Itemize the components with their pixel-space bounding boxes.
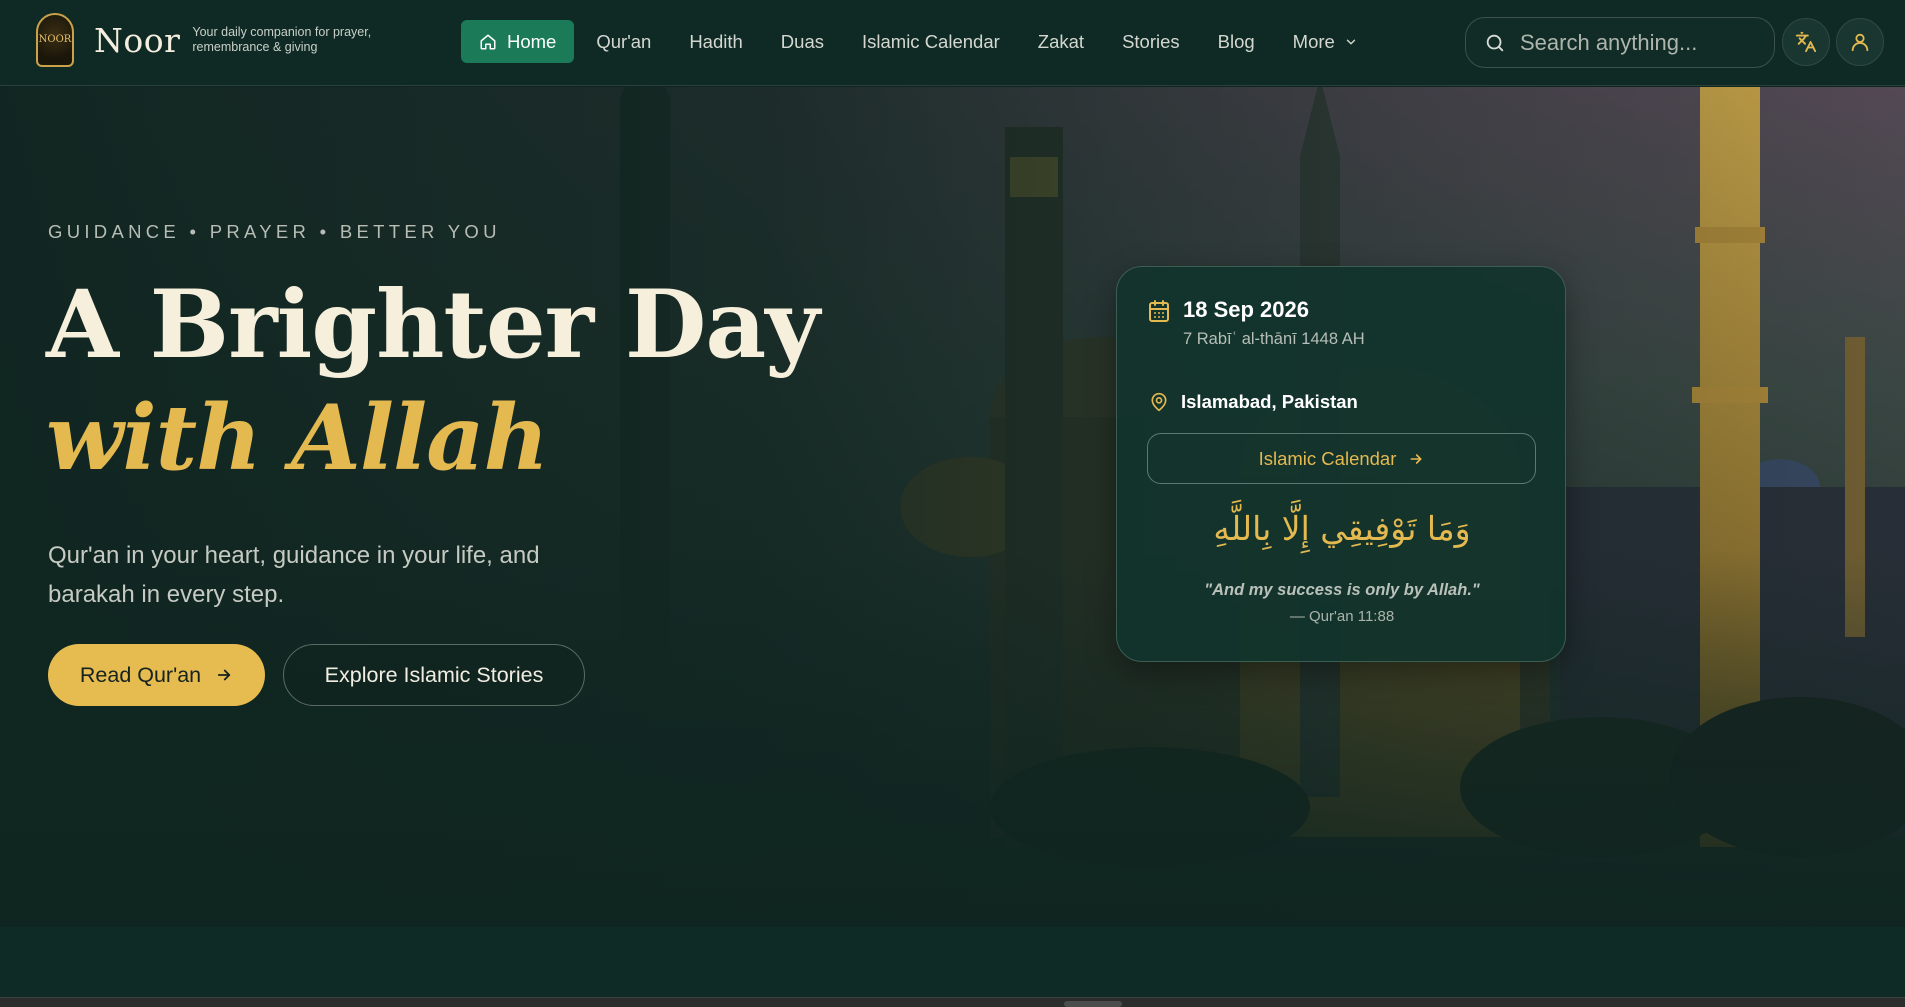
nav-item-quran[interactable]: Qur'an	[577, 20, 670, 63]
verse-translation: "And my success is only by Allah."	[1204, 581, 1480, 599]
logo-text: NOOR	[38, 34, 72, 45]
language-button[interactable]	[1782, 18, 1830, 66]
hero-headline-line-2: with Allah	[46, 385, 549, 491]
nav-item-blog[interactable]: Blog	[1199, 20, 1274, 63]
nav-label: More	[1292, 30, 1335, 52]
date-block: 18 Sep 2026 7 Rabīʿ al-thānī 1448 AH	[1147, 297, 1365, 349]
brand[interactable]: NOOR Noor Your daily companion for praye…	[36, 13, 392, 67]
location-text: Islamabad, Pakistan	[1181, 391, 1358, 412]
nav-label: Zakat	[1037, 30, 1085, 52]
verse-reference: — Qur'an 11:88	[1289, 608, 1395, 625]
mosque-background-image	[0, 87, 1905, 927]
hero-eyebrow: GUIDANCE • PRAYER • BETTER YOU	[48, 221, 501, 242]
hero-subtext: Qur'an in your heart, guidance in your l…	[48, 542, 540, 608]
read-quran-button[interactable]: Read Qur'an	[48, 644, 265, 706]
nav-label: Stories	[1122, 30, 1180, 52]
arabic-verse: وَمَا تَوْفِيقِي إِلَّا بِاللَّهِ	[1213, 509, 1471, 548]
nav-item-stories[interactable]: Stories	[1103, 20, 1199, 63]
nav-item-zakat[interactable]: Zakat	[1019, 20, 1103, 63]
top-navigation-bar: NOOR Noor Your daily companion for praye…	[0, 0, 1905, 86]
nav-item-islamic-calendar[interactable]: Islamic Calendar	[843, 20, 1019, 63]
section-divider-band	[0, 927, 1905, 997]
islamic-calendar-button-label: Islamic Calendar	[1258, 447, 1397, 469]
hero-section: GUIDANCE • PRAYER • BETTER YOU A Brighte…	[0, 87, 1905, 927]
map-pin-icon	[1151, 392, 1167, 412]
explore-stories-button[interactable]: Explore Islamic Stories	[283, 644, 585, 706]
location: Islamabad, Pakistan	[1149, 391, 1358, 413]
nav-label: Hadith	[689, 30, 743, 52]
hero-headline-line-1: A Brighter Day	[46, 270, 820, 380]
search-box[interactable]	[1465, 17, 1775, 68]
calendar-icon	[1149, 300, 1169, 322]
search-icon	[1486, 34, 1504, 51]
date-location-card: 18 Sep 2026 7 Rabīʿ al-thānī 1448 AH Isl…	[1116, 266, 1566, 662]
brand-tagline: Your daily companion for prayer, remembr…	[192, 25, 372, 54]
hijri-date: 7 Rabīʿ al-thānī 1448 AH	[1183, 330, 1365, 348]
scroll-handle[interactable]	[1064, 1001, 1122, 1007]
main-nav: Home Qur'an Hadith Duas Islamic Calendar…	[461, 20, 1377, 63]
arrow-right-icon	[217, 669, 231, 681]
nav-item-duas[interactable]: Duas	[762, 20, 843, 63]
arrow-right-icon	[1410, 453, 1422, 464]
home-icon	[480, 34, 496, 49]
nav-label: Qur'an	[596, 30, 652, 52]
user-icon	[1851, 33, 1869, 52]
read-quran-label: Read Qur'an	[79, 662, 202, 687]
brand-name: Noor	[94, 20, 181, 60]
gregorian-date: 18 Sep 2026	[1183, 297, 1309, 322]
nav-label: Duas	[780, 30, 824, 52]
nav-item-home[interactable]: Home	[461, 20, 575, 63]
translate-icon	[1795, 31, 1817, 53]
search-input[interactable]	[1520, 29, 1760, 56]
nav-label: Blog	[1217, 30, 1255, 52]
browser-bottom-edge	[0, 997, 1905, 1007]
explore-stories-label: Explore Islamic Stories	[324, 662, 544, 687]
chevron-down-icon	[1346, 39, 1356, 44]
nav-item-hadith[interactable]: Hadith	[670, 20, 761, 63]
noor-logo: NOOR	[36, 13, 74, 67]
nav-label: Islamic Calendar	[862, 30, 1000, 52]
account-button[interactable]	[1836, 18, 1884, 66]
nav-label: Home	[507, 30, 557, 52]
nav-item-more[interactable]: More	[1274, 20, 1377, 63]
islamic-calendar-button[interactable]: Islamic Calendar	[1147, 433, 1536, 484]
